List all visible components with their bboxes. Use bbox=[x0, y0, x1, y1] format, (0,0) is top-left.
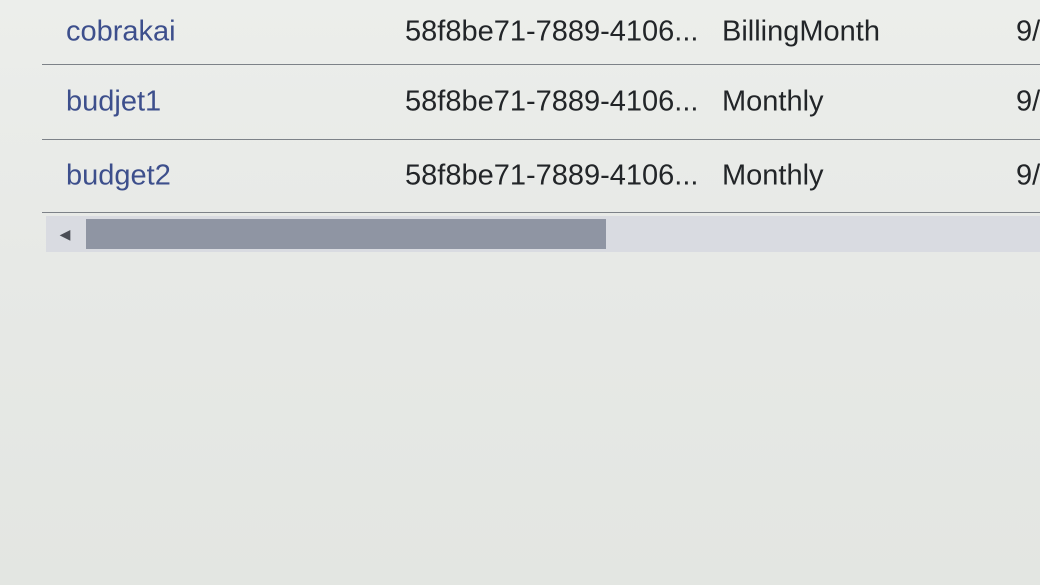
start-date: 9/ bbox=[1016, 15, 1040, 48]
scroll-thumb[interactable] bbox=[86, 219, 606, 249]
table-row[interactable]: budget2 58f8be71-7889-4106... Monthly 9/ bbox=[42, 140, 1040, 213]
budget-name-link[interactable]: budjet1 bbox=[66, 86, 161, 119]
scroll-left-arrow-icon[interactable]: ◀ bbox=[46, 216, 84, 252]
start-date: 9/ bbox=[1016, 85, 1040, 118]
screen: cobrakai 58f8be71-7889-4106... BillingMo… bbox=[0, 0, 1040, 585]
reset-period: Monthly bbox=[722, 159, 824, 192]
subscription-id: 58f8be71-7889-4106... bbox=[405, 15, 699, 48]
table-row[interactable]: budjet1 58f8be71-7889-4106... Monthly 9/ bbox=[42, 65, 1040, 140]
budget-name-link[interactable]: cobrakai bbox=[66, 16, 176, 49]
start-date: 9/ bbox=[1016, 159, 1040, 192]
subscription-id: 58f8be71-7889-4106... bbox=[405, 159, 699, 192]
subscription-id: 58f8be71-7889-4106... bbox=[405, 85, 699, 118]
budget-table: cobrakai 58f8be71-7889-4106... BillingMo… bbox=[42, 0, 1040, 213]
reset-period: BillingMonth bbox=[722, 15, 880, 48]
budget-name-link[interactable]: budget2 bbox=[66, 160, 171, 193]
horizontal-scrollbar[interactable]: ◀ bbox=[46, 216, 1040, 252]
table-row[interactable]: cobrakai 58f8be71-7889-4106... BillingMo… bbox=[42, 0, 1040, 65]
reset-period: Monthly bbox=[722, 85, 824, 118]
